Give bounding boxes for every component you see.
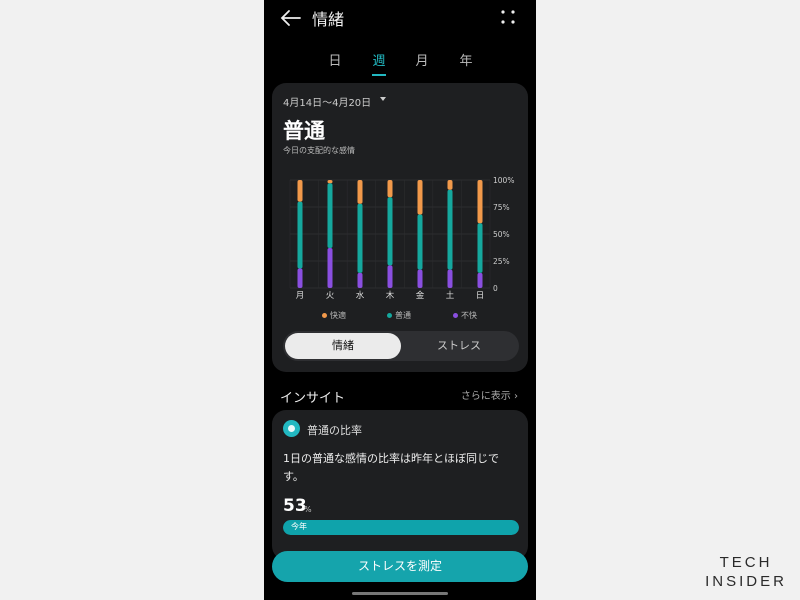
brand-line-1: TECH [719,554,773,571]
ratio-progress-bar: 今年 [283,520,519,535]
insight-text: 1日の普通な感情の比率は昨年とほぼ同じです。 [283,452,499,483]
x-tick-label: 日 [476,291,485,301]
period-tabs: 日 週 月 年 [264,50,536,76]
y-tick-label: 100% [493,176,514,185]
brand-watermark: TECH INSIDER [700,553,792,591]
tab-day[interactable]: 日 [320,50,350,69]
ratio-bar-label: 今年 [291,522,307,531]
insights-heading: インサイト [280,391,346,406]
chevron-right-icon: › [514,391,518,402]
chart-legend: 快適 普通 不快 [272,310,528,324]
legend-dot [387,313,392,318]
bar-segment [327,180,333,184]
metric-segmented-control: 情緒 ストレス [283,331,519,361]
x-tick-label: 土 [446,290,455,301]
x-tick-label: 木 [386,290,395,301]
ratio-unit: % [304,505,312,514]
bar-segment [357,272,363,288]
brand-line-2: INSIDER [705,573,787,590]
bar-segment [447,189,453,270]
back-arrow-icon[interactable] [280,8,302,28]
bar-segment [477,180,483,224]
bar-segment [327,248,333,288]
page-title: 情緒 [312,10,345,29]
bar-segment [387,180,393,198]
tab-year[interactable]: 年 [451,50,481,69]
legend-item-normal: 普通 [387,310,411,321]
bar-segment [297,268,303,288]
legend-item-unpleasant: 不快 [453,310,477,321]
legend-label: 不快 [461,311,477,320]
show-more-label: さらに表示 [460,391,511,402]
measure-stress-button[interactable]: ストレスを測定 [272,551,528,582]
legend-label: 普通 [395,311,411,320]
top-bar: 情緒 [264,0,536,36]
legend-dot [322,313,327,318]
insight-title: 普通の比率 [307,424,362,437]
bar-segment [327,183,333,249]
x-tick-label: 金 [416,290,425,301]
dominant-mood-caption: 今日の支配的な感情 [283,146,355,155]
segment-stress[interactable]: ストレス [401,333,517,359]
insight-card[interactable]: 普通の比率 1日の普通な感情の比率は昨年とほぼ同じです。 53 % 今年 [272,410,528,560]
y-tick-label: 50% [493,230,510,239]
phone-screen: 情緒 日 週 月 年 4月14日〜4月20日 普通 今日の支配的な感情 0 25%… [264,0,536,600]
active-tab-indicator [372,74,386,76]
ratio-progress-fill [283,520,519,535]
bar-segment [417,269,423,288]
dominant-mood: 普通 [283,119,325,143]
tab-week[interactable]: 週 [364,50,394,69]
mood-face-icon [283,420,300,437]
y-tick-label: 75% [493,203,510,212]
bar-segment [357,180,363,204]
bar-segment [477,272,483,288]
x-tick-label: 水 [356,290,365,301]
legend-item-comfortable: 快適 [322,310,346,321]
bar-segment [447,269,453,288]
segment-emotion[interactable]: 情緒 [285,333,401,359]
show-more-link[interactable]: さらに表示 › [461,387,518,402]
tab-month[interactable]: 月 [407,50,437,69]
bar-segment [447,180,453,190]
legend-dot [453,313,458,318]
mood-summary-card: 4月14日〜4月20日 普通 今日の支配的な感情 0 25% 50% 75% 100% 月… [272,83,528,372]
bar-segment [417,180,423,215]
home-indicator [352,592,448,595]
legend-label: 快適 [330,311,346,320]
dropdown-caret-icon[interactable] [380,97,386,101]
mood-stacked-bar-chart: 0 25% 50% 75% 100% 月 火 水 木 金 土 日 [289,176,514,301]
bar-segment [387,265,393,288]
bar-segment [357,203,363,273]
bar-segment [477,223,483,273]
bar-segment [297,201,303,269]
x-tick-label: 火 [326,291,335,301]
y-tick-label: 0 [493,284,498,293]
date-range-selector[interactable]: 4月14日〜4月20日 [283,94,371,109]
bar-segment [297,180,303,202]
bar-segment [417,214,423,270]
bar-segment [387,197,393,266]
more-options-icon[interactable] [500,9,516,25]
y-tick-label: 25% [493,257,510,266]
x-tick-label: 月 [296,291,305,301]
